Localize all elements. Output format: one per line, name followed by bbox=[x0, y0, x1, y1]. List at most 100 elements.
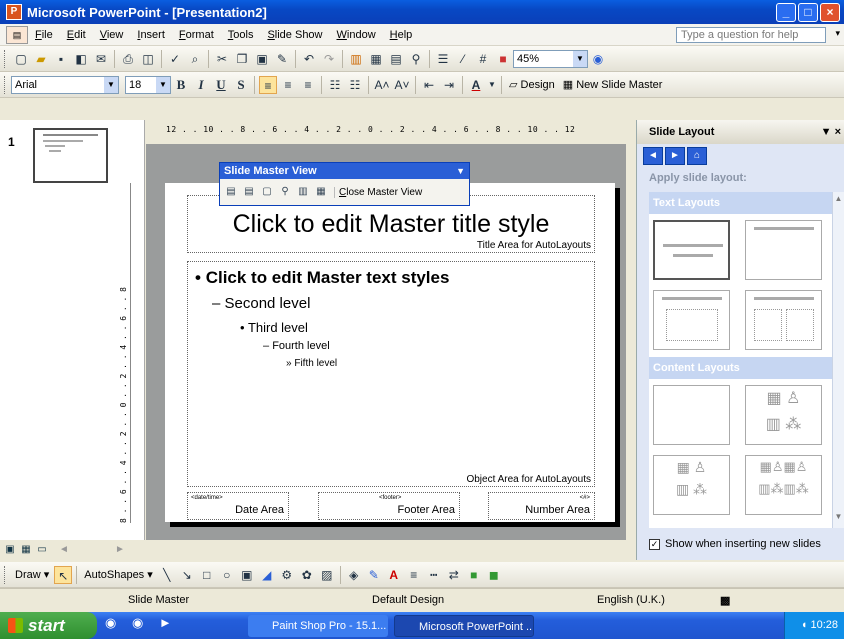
fill-color-icon[interactable]: ◈ bbox=[345, 566, 363, 584]
3d-style-icon[interactable]: ◼ bbox=[485, 566, 503, 584]
spelling-icon[interactable]: ✓ bbox=[166, 50, 184, 68]
menu-file[interactable]: File bbox=[28, 29, 60, 41]
layout-two-column[interactable] bbox=[745, 290, 822, 350]
scroll-down-icon[interactable]: ▼ bbox=[834, 512, 843, 526]
font-combo[interactable]: Arial ▼ bbox=[11, 75, 119, 94]
copy-icon[interactable]: ❐ bbox=[233, 50, 251, 68]
font-size-combo[interactable]: 18 ▼ bbox=[125, 75, 171, 94]
toolbar-grip[interactable] bbox=[4, 565, 7, 584]
help-search-input[interactable]: Type a question for help bbox=[676, 27, 826, 43]
close-icon[interactable]: ▼ × bbox=[821, 120, 841, 144]
rename-master-icon[interactable]: ▥ bbox=[294, 183, 312, 201]
delete-master-icon[interactable]: ▢ bbox=[258, 183, 276, 201]
menu-window[interactable]: Window bbox=[330, 29, 383, 41]
bold-icon[interactable]: B bbox=[172, 76, 190, 94]
undo-icon[interactable]: ↶ bbox=[300, 50, 318, 68]
arrow-icon[interactable]: ↘ bbox=[178, 566, 196, 584]
format-painter-icon[interactable]: ✎ bbox=[273, 50, 291, 68]
autoshapes-menu[interactable]: AutoShapes ▾ bbox=[84, 568, 153, 581]
expand-all-icon[interactable]: ☰ bbox=[434, 50, 452, 68]
increase-indent-icon[interactable]: ⇥ bbox=[440, 76, 458, 94]
open-icon[interactable]: ▰ bbox=[32, 50, 50, 68]
show-grid-icon[interactable]: # bbox=[474, 50, 492, 68]
new-icon[interactable]: ▢ bbox=[12, 50, 30, 68]
slide-show-view-icon[interactable]: ▭ bbox=[34, 542, 50, 558]
menu-format[interactable]: Format bbox=[172, 29, 221, 41]
layout-title-only[interactable] bbox=[745, 220, 822, 280]
minimize-button[interactable]: _ bbox=[776, 3, 796, 22]
picture-icon[interactable]: ▨ bbox=[318, 566, 336, 584]
clipart-icon[interactable]: ✿ bbox=[298, 566, 316, 584]
show-formatting-icon[interactable]: ⁄ bbox=[454, 50, 472, 68]
arrow-style-icon[interactable]: ⇄ bbox=[445, 566, 463, 584]
scroll-left-icon[interactable]: ◄ bbox=[56, 542, 72, 558]
master-slide[interactable]: Click to edit Master title style Title A… bbox=[165, 183, 615, 522]
tables-borders-icon[interactable]: ▤ bbox=[387, 50, 405, 68]
level4-text[interactable]: – Fourth level bbox=[263, 340, 330, 352]
layout-title-two-content[interactable]: ▦♙▦♙ ▥⁂▥⁂ bbox=[745, 455, 822, 515]
toolbar-grip[interactable] bbox=[4, 49, 7, 68]
email-icon[interactable]: ✉ bbox=[92, 50, 110, 68]
clock[interactable]: 10:28 bbox=[810, 619, 838, 631]
menu-help[interactable]: Help bbox=[383, 29, 420, 41]
powerpoint-app-icon[interactable]: P bbox=[6, 4, 22, 20]
decrease-font-icon[interactable]: A˅ bbox=[393, 76, 411, 94]
underline-icon[interactable]: U bbox=[212, 76, 230, 94]
shadow-style-icon[interactable]: ■ bbox=[465, 566, 483, 584]
print-preview-icon[interactable]: ◫ bbox=[139, 50, 157, 68]
shadow-icon[interactable]: S bbox=[232, 76, 250, 94]
body-placeholder[interactable]: • Click to edit Master text styles – Sec… bbox=[187, 261, 595, 487]
hyperlink-icon[interactable]: ⚲ bbox=[407, 50, 425, 68]
scroll-right-icon[interactable]: ► bbox=[112, 542, 128, 558]
layout-blank[interactable] bbox=[653, 385, 730, 445]
font-color-icon[interactable]: A bbox=[385, 566, 403, 584]
new-slide-master-button[interactable]: ▦ New Slide Master bbox=[563, 78, 663, 91]
slide-master-view-toolbar[interactable]: Slide Master View ▼ ▤ ▤ ▢ ⚲ ▥ ▦ Close Ma… bbox=[219, 162, 470, 206]
slide-thumbnail[interactable] bbox=[33, 128, 108, 183]
zoom-combo[interactable]: 45% ▼ bbox=[513, 49, 588, 68]
increase-font-icon[interactable]: A˄ bbox=[373, 76, 391, 94]
align-center-icon[interactable]: ≡ bbox=[279, 76, 297, 94]
rectangle-icon[interactable]: □ bbox=[198, 566, 216, 584]
help-dropdown-icon[interactable]: ▾ bbox=[835, 28, 840, 39]
quick-launch-icons[interactable]: ◉ ◉ ► bbox=[105, 615, 178, 631]
slide-sorter-view-icon[interactable]: ▦ bbox=[18, 542, 34, 558]
layout-scrollbar[interactable]: ▲ ▼ bbox=[832, 192, 844, 528]
insert-table-icon[interactable]: ▦ bbox=[367, 50, 385, 68]
normal-view-icon[interactable]: ▣ bbox=[2, 542, 18, 558]
line-icon[interactable]: ╲ bbox=[158, 566, 176, 584]
bullets-icon[interactable]: ☷ bbox=[346, 76, 364, 94]
research-icon[interactable]: ⌕ bbox=[186, 50, 204, 68]
line-color-icon[interactable]: ✎ bbox=[365, 566, 383, 584]
title-bar[interactable]: P Microsoft PowerPoint - [Presentation2]… bbox=[0, 0, 844, 24]
maximize-button[interactable]: □ bbox=[798, 3, 818, 22]
home-icon[interactable]: ⌂ bbox=[687, 147, 707, 165]
menu-insert[interactable]: Insert bbox=[130, 29, 172, 41]
insert-new-title-master-icon[interactable]: ▤ bbox=[240, 183, 258, 201]
diagram-icon[interactable]: ⚙ bbox=[278, 566, 296, 584]
cut-icon[interactable]: ✂ bbox=[213, 50, 231, 68]
color-grayscale-icon[interactable]: ■ bbox=[494, 50, 512, 68]
level1-text[interactable]: • Click to edit Master text styles bbox=[195, 268, 449, 288]
taskbar-paint-shop-pro[interactable]: Paint Shop Pro - 15.1... bbox=[248, 615, 388, 637]
decrease-indent-icon[interactable]: ⇤ bbox=[420, 76, 438, 94]
back-icon[interactable]: ◄ bbox=[643, 147, 663, 165]
print-icon[interactable]: ⎙ bbox=[119, 50, 137, 68]
select-pointer-icon[interactable]: ↖ bbox=[54, 565, 73, 584]
align-right-icon[interactable]: ≡ bbox=[299, 76, 317, 94]
close-button[interactable]: × bbox=[820, 3, 840, 22]
chevron-down-icon[interactable]: ▼ bbox=[487, 76, 497, 94]
paste-icon[interactable]: ▣ bbox=[253, 50, 271, 68]
chevron-down-icon[interactable]: ▼ bbox=[104, 76, 118, 93]
master-title-text[interactable]: Click to edit Master title style bbox=[188, 210, 594, 239]
document-icon[interactable]: ▤ bbox=[6, 25, 28, 44]
level3-text[interactable]: • Third level bbox=[240, 320, 308, 335]
layout-list[interactable]: Text Layouts Content Layouts ▦ ♙ ▥ ⁂ ▦ ♙ ▥… bbox=[649, 192, 832, 528]
task-pane-header[interactable]: Slide Layout ▼ × bbox=[637, 120, 844, 144]
wordart-icon[interactable]: ◢ bbox=[258, 566, 276, 584]
numbering-icon[interactable]: ☷ bbox=[326, 76, 344, 94]
layout-title-slide[interactable] bbox=[653, 220, 730, 280]
draw-menu[interactable]: Draw ▾ bbox=[15, 568, 49, 581]
close-master-view-button[interactable]: Close Master View bbox=[334, 186, 422, 198]
slide-master-view-title[interactable]: Slide Master View bbox=[220, 163, 469, 179]
